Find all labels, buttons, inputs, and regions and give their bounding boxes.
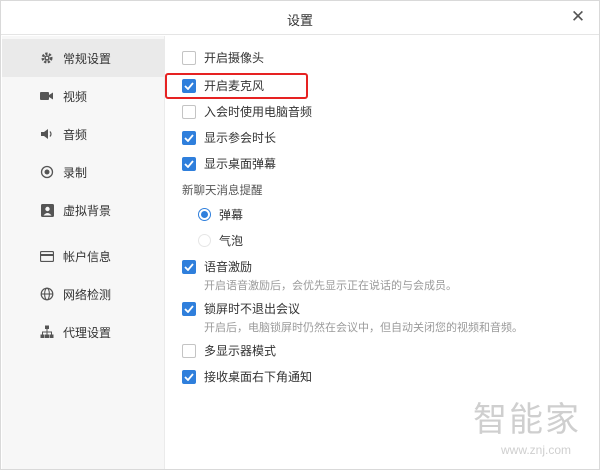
chat-radio-bubble[interactable]: 气泡 [198, 232, 243, 249]
bubble-radio-label: 气泡 [219, 234, 244, 248]
speaker-icon [40, 127, 54, 141]
sidebar-item-record[interactable]: 录制 [2, 153, 165, 191]
settings-window: 设置 ✕ 常规设置 视频 音频 录制 虚拟背景 帐户信息 网络检测 代理设置 开… [0, 0, 600, 470]
danmaku-label: 显示桌面弹幕 [204, 157, 277, 171]
notify-checkbox[interactable] [182, 369, 196, 384]
notify-option[interactable]: 接收桌面右下角通知 [182, 368, 312, 385]
sidebar-item-label: 录制 [63, 165, 88, 180]
sidebar-item-label: 虚拟背景 [63, 203, 112, 218]
camera-icon [40, 89, 54, 103]
duration-checkbox[interactable] [182, 130, 196, 145]
mic-highlight-box [165, 73, 308, 99]
danmaku-option[interactable]: 显示桌面弹幕 [182, 155, 276, 172]
sidebar-item-proxy[interactable]: 代理设置 [2, 313, 165, 351]
notify-label: 接收桌面右下角通知 [204, 370, 313, 384]
camera-option[interactable]: 开启摄像头 [182, 49, 264, 66]
portrait-icon [40, 203, 54, 217]
window-title: 设置 [286, 14, 313, 29]
lock-screen-label: 锁屏时不退出会议 [204, 302, 301, 316]
camera-checkbox[interactable] [182, 50, 196, 65]
voice-stimulus-hint: 开启语音激励后，会优先显示正在说话的与会成员。 [204, 279, 457, 292]
settings-sidebar: 常规设置 视频 音频 录制 虚拟背景 帐户信息 网络检测 代理设置 [2, 36, 165, 469]
sidebar-item-network-test[interactable]: 网络检测 [2, 275, 165, 313]
globe-icon [40, 287, 54, 301]
danmaku-radio-label: 弹幕 [219, 208, 244, 222]
sidebar-item-account[interactable]: 帐户信息 [2, 237, 165, 275]
chat-radio-danmaku[interactable]: 弹幕 [198, 206, 243, 223]
camera-label: 开启摄像头 [204, 51, 265, 65]
pc-audio-label: 入会时使用电脑音频 [204, 105, 313, 119]
record-icon [40, 165, 54, 179]
danmaku-checkbox[interactable] [182, 156, 196, 171]
multi-display-label: 多显示器模式 [204, 344, 277, 358]
voice-stimulus-checkbox[interactable] [182, 259, 196, 274]
lock-screen-option[interactable]: 锁屏时不退出会议 [182, 300, 300, 317]
sidebar-item-general[interactable]: 常规设置 [2, 39, 165, 77]
watermark-url: www.znj.com [500, 443, 571, 457]
sidebar-item-virtual-background[interactable]: 虚拟背景 [2, 191, 165, 229]
chat-reminder-heading: 新聊天消息提醒 [182, 183, 263, 197]
sidebar-item-label: 网络检测 [63, 287, 112, 302]
sidebar-item-label: 帐户信息 [63, 249, 112, 264]
lock-screen-hint: 开启后，电脑锁屏时仍然在会议中，但自动关闭您的视频和音频。 [204, 321, 523, 334]
lock-screen-checkbox[interactable] [182, 301, 196, 316]
sidebar-item-audio[interactable]: 音频 [2, 115, 165, 153]
duration-label: 显示参会时长 [204, 131, 277, 145]
bubble-radio[interactable] [198, 234, 211, 247]
sidebar-item-label: 常规设置 [63, 51, 112, 66]
voice-stimulus-label: 语音激励 [204, 260, 253, 274]
pc-audio-option[interactable]: 入会时使用电脑音频 [182, 103, 312, 120]
sidebar-item-label: 视频 [63, 89, 88, 104]
title-bar: 设置 ✕ [1, 1, 599, 35]
duration-option[interactable]: 显示参会时长 [182, 129, 276, 146]
sidebar-item-label: 代理设置 [63, 325, 112, 340]
voice-stimulus-option[interactable]: 语音激励 [182, 258, 252, 275]
gear-icon [40, 51, 54, 65]
sidebar-item-video[interactable]: 视频 [2, 77, 165, 115]
pc-audio-checkbox[interactable] [182, 104, 196, 119]
multi-display-checkbox[interactable] [182, 343, 196, 358]
card-icon [40, 249, 54, 263]
watermark-logo: 智能家 [473, 400, 581, 440]
close-icon[interactable]: ✕ [569, 8, 587, 26]
danmaku-radio[interactable] [198, 208, 211, 221]
multi-display-option[interactable]: 多显示器模式 [182, 342, 276, 359]
sidebar-item-label: 音频 [63, 127, 88, 142]
network-icon [40, 325, 54, 339]
